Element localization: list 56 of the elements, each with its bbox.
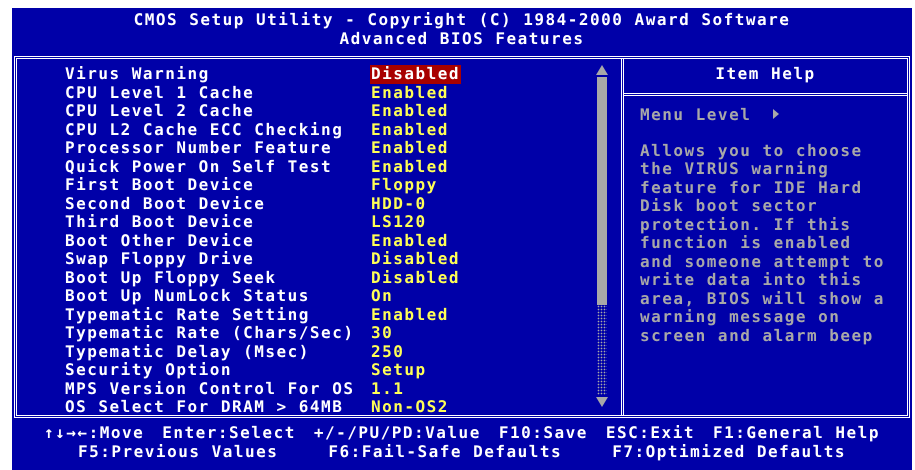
setting-label: MPS Version Control For OS: [65, 380, 356, 398]
setting-label: CPU Level 2 Cache: [65, 102, 256, 120]
setting-value[interactable]: Enabled: [370, 158, 450, 176]
setting-label: CPU L2 Cache ECC Checking: [65, 120, 344, 139]
setting-value[interactable]: Enabled: [370, 306, 450, 324]
setting-value[interactable]: 30: [370, 324, 394, 342]
setting-label: Typematic Rate (Chars/Sec): [65, 324, 356, 342]
setting-label: Boot Other Device: [65, 232, 256, 250]
setting-label: Boot Up Floppy Seek: [65, 268, 278, 287]
key-hint: F10:Save: [498, 424, 588, 442]
setting-value[interactable]: Floppy: [370, 176, 439, 194]
key-hint: F5:Previous Values: [78, 442, 278, 461]
key-hint: F1:General Help: [712, 424, 880, 442]
key-hint: F6:Fail-Safe Defaults: [328, 442, 562, 461]
setting-value[interactable]: Non-OS2: [370, 398, 450, 416]
help-text: Allows you to choose the VIRUS warning feature for IDE Hard Disk boot sector protection. If this function is enabled and someone attempt to write data into this area, BIOS will show a warning message on screen and alarm beep: [640, 142, 886, 345]
help-title: Item Help: [624, 59, 907, 96]
subtitle: Advanced BIOS Features: [340, 29, 584, 48]
setting-label: Boot Up NumLock Status: [65, 287, 311, 306]
up-arrow-icon[interactable]: [596, 65, 608, 75]
setting-value[interactable]: Disabled: [370, 268, 462, 287]
setting-value[interactable]: Enabled: [370, 102, 450, 120]
setting-label: Processor Number Feature: [65, 139, 332, 158]
setting-label: OS Select For DRAM > 64MB: [65, 398, 344, 416]
setting-label: Second Boot Device: [65, 194, 266, 213]
setting-label: First Boot Device: [65, 176, 256, 194]
setting-label: Quick Power On Self Test: [65, 158, 334, 176]
scroll-thumb[interactable]: [597, 77, 607, 305]
menu-level-label: Menu Level: [640, 104, 752, 124]
setting-label: Swap Floppy Drive: [65, 250, 256, 268]
setting-value[interactable]: Disabled: [370, 65, 462, 84]
setting-value[interactable]: 250: [370, 342, 406, 361]
title: CMOS Setup Utility - Copyright (C) 1984-2000 Award Software: [134, 10, 790, 29]
setting-value[interactable]: Enabled: [370, 84, 450, 102]
setting-value[interactable]: Enabled: [370, 232, 450, 250]
setting-label: Typematic Rate Setting: [65, 306, 311, 324]
down-arrow-icon[interactable]: [596, 397, 608, 407]
key-hint: F7:Optimized Defaults: [612, 442, 846, 461]
setting-value[interactable]: Enabled: [370, 139, 450, 158]
setting-value[interactable]: Setup: [370, 361, 428, 380]
key-hint: Enter:Select: [162, 424, 296, 442]
key-hint: +/-/PU/PD:Value: [314, 424, 481, 442]
setting-label: Third Boot Device: [65, 213, 256, 232]
setting-label: CPU Level 1 Cache: [65, 84, 256, 102]
key-hint: ↑↓→←:Move: [44, 424, 144, 442]
setting-value[interactable]: LS120: [370, 213, 428, 232]
right-triangle-icon: [773, 109, 780, 120]
key-hint: ESC:Exit: [606, 424, 695, 442]
setting-label: Security Option: [65, 361, 233, 380]
setting-value[interactable]: On: [370, 287, 394, 306]
setting-value[interactable]: 1.1: [370, 380, 406, 398]
setting-label: Virus Warning: [65, 65, 211, 84]
setting-value[interactable]: Enabled: [370, 120, 450, 139]
setting-label: Typematic Delay (Msec): [65, 342, 311, 361]
setting-value[interactable]: Disabled: [370, 250, 462, 268]
setting-value[interactable]: HDD-0: [370, 194, 428, 213]
